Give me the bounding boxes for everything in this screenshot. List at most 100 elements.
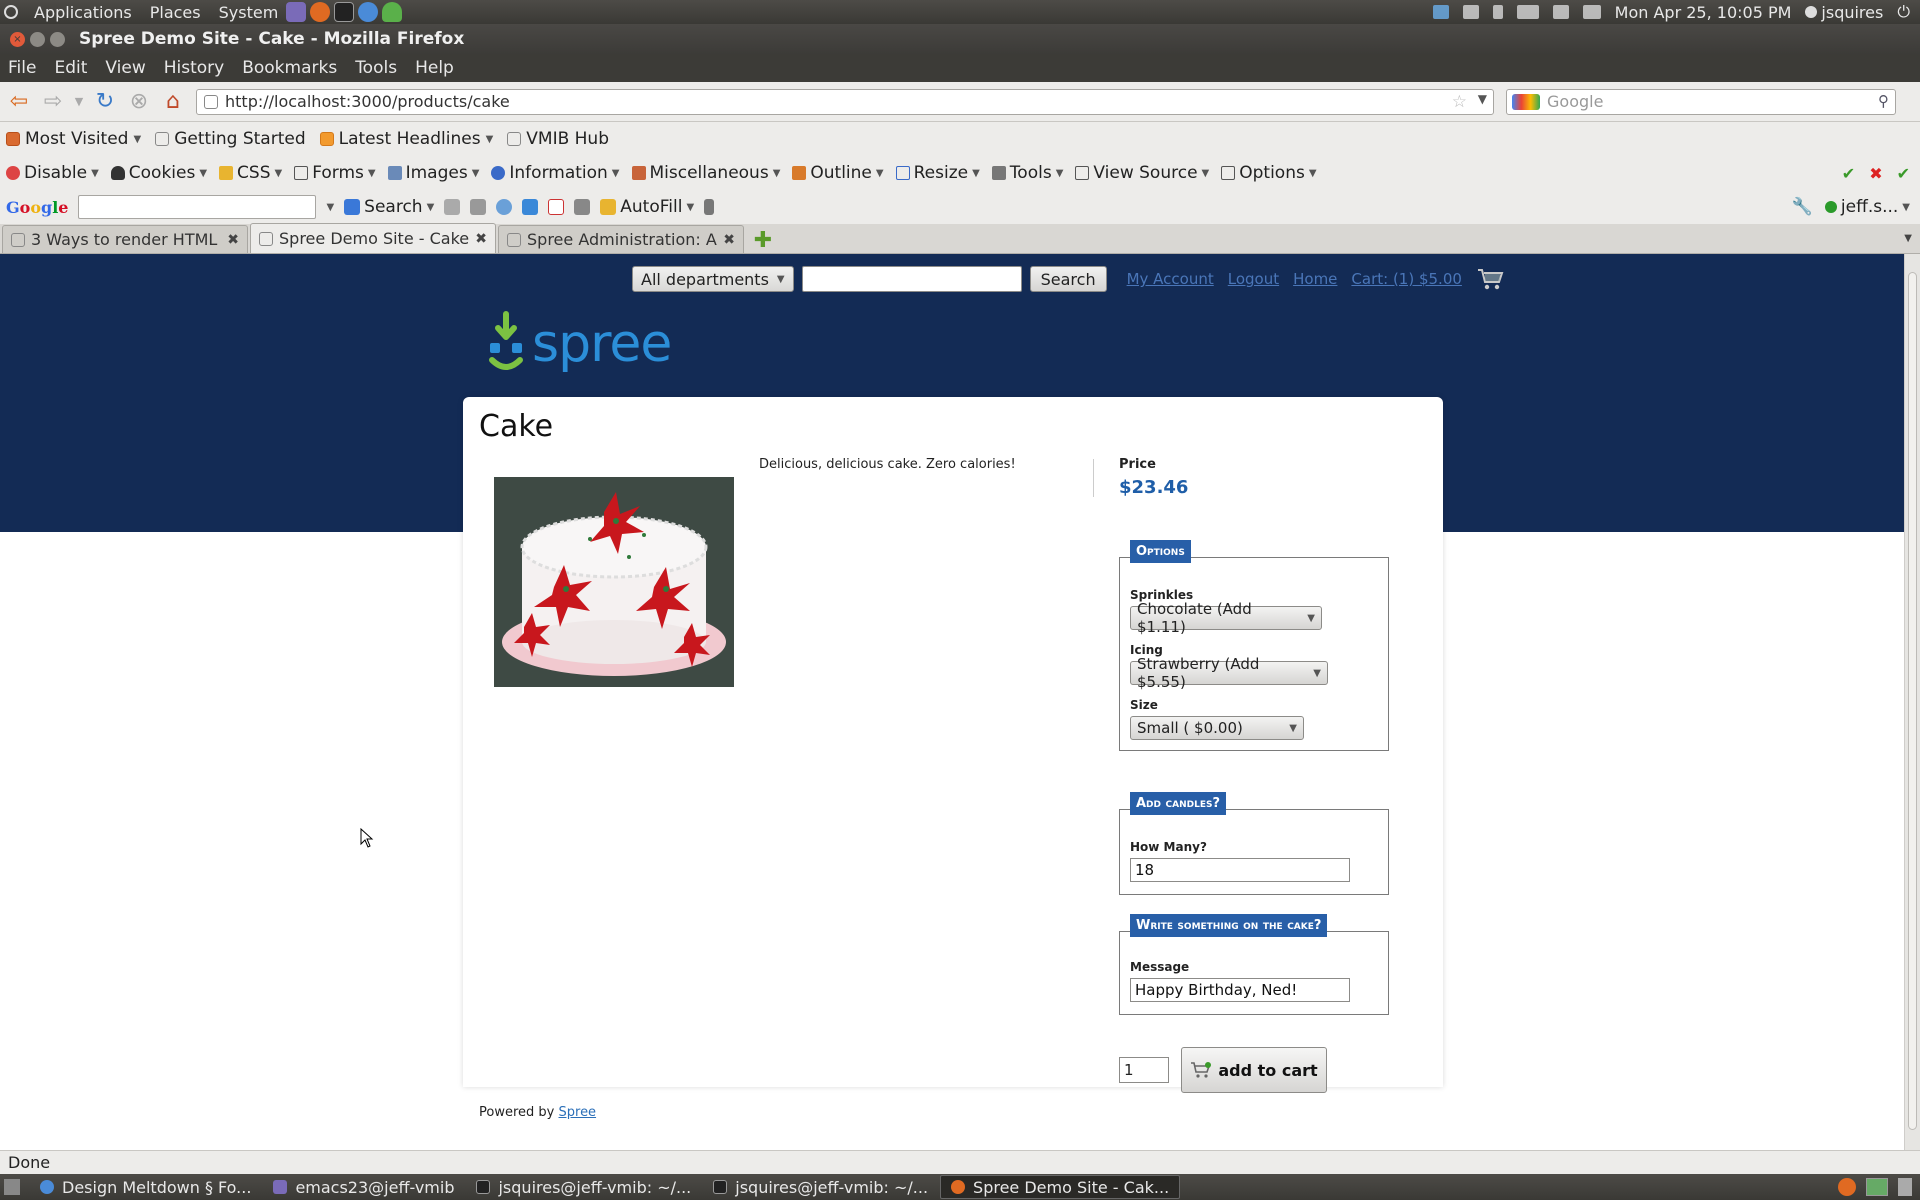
task-firefox-spree[interactable]: Spree Demo Site - Cak...	[940, 1175, 1181, 1199]
home-button[interactable]: ⌂	[158, 87, 188, 117]
firefox-launcher-icon[interactable]	[310, 2, 331, 22]
my-account-link[interactable]: My Account	[1127, 270, 1214, 288]
bookmark-star-icon[interactable]: ☆	[1452, 92, 1467, 112]
spree-footer-link[interactable]: Spree	[559, 1105, 597, 1120]
wd-forms[interactable]: Forms ▼	[294, 163, 376, 183]
google-plus-icon[interactable]	[522, 199, 539, 215]
window-close-button[interactable]: ×	[10, 31, 25, 47]
wd-miscellaneous[interactable]: Miscellaneous ▼	[631, 163, 780, 183]
volume-icon[interactable]	[1552, 5, 1569, 19]
window-minimize-button[interactable]	[30, 31, 45, 47]
bookmark-getting-started[interactable]: Getting Started	[155, 129, 306, 149]
sprinkles-select[interactable]: Chocolate (Add $1.11) ▼	[1130, 600, 1322, 636]
validate-html-icon[interactable]: ✔	[1897, 164, 1910, 183]
google-clock-icon[interactable]	[496, 199, 513, 215]
web-search-bar[interactable]: Google ⚲	[1506, 88, 1896, 115]
wd-outline[interactable]: Outline ▼	[792, 163, 884, 183]
firefox-tray-icon[interactable]	[1838, 1178, 1856, 1196]
task-emacs[interactable]: emacs23@jeff-vmib	[263, 1175, 464, 1199]
forward-button[interactable]: ⇨	[38, 87, 68, 117]
battery-icon[interactable]	[1516, 5, 1539, 19]
logout-link[interactable]: Logout	[1228, 270, 1279, 288]
scrollbar-thumb[interactable]	[1908, 272, 1917, 1130]
bookmark-latest-headlines[interactable]: Latest Headlines ▼	[319, 129, 493, 149]
cart-link[interactable]: Cart: (1) $5.00	[1351, 270, 1462, 288]
vertical-scrollbar[interactable]	[1904, 254, 1920, 1150]
dropbox-icon[interactable]	[1432, 5, 1449, 19]
back-button[interactable]: ⇦	[4, 87, 34, 117]
menu-places[interactable]: Places	[148, 3, 203, 22]
add-to-cart-button[interactable]: add to cart	[1181, 1047, 1327, 1093]
reload-button[interactable]: ↻	[90, 87, 120, 117]
icing-select[interactable]: Strawberry (Add $5.55) ▼	[1130, 655, 1328, 691]
task-design-meltdown[interactable]: Design Meltdown § Fo...	[30, 1175, 261, 1199]
power-icon[interactable]: ⏻	[1897, 2, 1910, 22]
validate-css-icon[interactable]: ✔	[1842, 164, 1855, 183]
google-pen-icon[interactable]	[704, 199, 715, 215]
search-engine-icon[interactable]	[1512, 93, 1540, 110]
product-image[interactable]	[494, 477, 734, 687]
wd-options[interactable]: Options ▼	[1221, 163, 1317, 183]
google-wrench-icon[interactable]: 🔧	[1792, 197, 1813, 217]
menu-help[interactable]: Help	[415, 58, 454, 78]
wd-cookies[interactable]: Cookies ▼	[110, 163, 207, 183]
tab-close-icon[interactable]: ✖	[475, 231, 487, 247]
terminal-launcher-icon[interactable]	[334, 2, 355, 22]
google-bookmark-icon[interactable]	[444, 199, 461, 215]
menu-system[interactable]: System	[217, 3, 281, 22]
tab-spree-demo-cake[interactable]: Spree Demo Site - Cake ✖	[250, 223, 496, 253]
mail-icon[interactable]	[1582, 5, 1601, 19]
menu-tools[interactable]: Tools	[355, 58, 397, 78]
spree-logo[interactable]: spree	[484, 310, 672, 378]
task-terminal-1[interactable]: jsquires@jeff-vmib: ~/...	[466, 1175, 701, 1199]
app-launcher-icon[interactable]	[382, 2, 403, 22]
store-search-button[interactable]: Search	[1029, 266, 1107, 292]
wd-information[interactable]: Information ▼	[491, 163, 620, 183]
menu-view[interactable]: View	[105, 58, 145, 78]
google-page-icon[interactable]	[470, 199, 487, 215]
wd-resize[interactable]: Resize ▼	[895, 163, 980, 183]
google-account-menu[interactable]: jeff.s... ▼	[1824, 197, 1910, 217]
workspace-switcher-icon[interactable]	[1866, 1178, 1888, 1196]
tab-close-icon[interactable]: ✖	[723, 232, 735, 248]
new-tab-button[interactable]: ✚	[750, 227, 776, 253]
message-input[interactable]: Happy Birthday, Ned!	[1130, 978, 1350, 1002]
menu-applications[interactable]: Applications	[32, 3, 134, 22]
tab-close-icon[interactable]: ✖	[227, 232, 239, 248]
tab-3-ways-render-html[interactable]: 3 Ways to render HTML ... ✖	[2, 225, 248, 253]
menu-history[interactable]: History	[164, 58, 224, 78]
wifi-icon[interactable]	[1462, 5, 1479, 19]
site-identity-icon[interactable]	[204, 94, 218, 109]
search-icon[interactable]: ⚲	[1878, 92, 1889, 110]
url-bar[interactable]: http://localhost:3000/products/cake ☆ ▼	[196, 88, 1494, 115]
chrome-launcher-icon[interactable]	[358, 2, 379, 22]
menu-bookmarks[interactable]: Bookmarks	[242, 58, 337, 78]
trash-icon[interactable]	[1898, 1178, 1912, 1196]
google-search-dropdown-icon[interactable]: ▼	[326, 202, 334, 213]
user-menu[interactable]: jsquires	[1805, 3, 1883, 22]
emacs-launcher-icon[interactable]	[286, 2, 307, 22]
gmail-icon[interactable]	[548, 199, 565, 215]
wd-images[interactable]: Images ▼	[387, 163, 479, 183]
store-search-input[interactable]	[801, 266, 1022, 292]
menu-edit[interactable]: Edit	[54, 58, 87, 78]
history-dropdown-icon[interactable]: ▼	[72, 87, 86, 117]
wd-view-source[interactable]: View Source ▼	[1075, 163, 1209, 183]
cart-icon[interactable]	[1476, 267, 1504, 291]
task-terminal-2[interactable]: jsquires@jeff-vmib: ~/...	[703, 1175, 938, 1199]
candles-input[interactable]: 18	[1130, 858, 1350, 882]
wd-tools[interactable]: Tools ▼	[991, 163, 1063, 183]
size-select[interactable]: Small ( $0.00) ▼	[1130, 716, 1304, 740]
department-select[interactable]: All departments ▼	[632, 266, 794, 292]
google-search-button[interactable]: Search ▼	[344, 197, 434, 217]
window-maximize-button[interactable]	[50, 31, 65, 47]
menu-file[interactable]: File	[8, 58, 36, 78]
bookmark-most-visited[interactable]: Most Visited ▼	[6, 129, 141, 149]
autofill-button[interactable]: AutoFill ▼	[600, 197, 694, 217]
stop-button[interactable]: ⊗	[124, 87, 154, 117]
show-desktop-icon[interactable]	[4, 1179, 20, 1195]
wd-css[interactable]: CSS ▼	[219, 163, 282, 183]
bluetooth-icon[interactable]	[1492, 5, 1503, 19]
ubuntu-logo-icon[interactable]	[4, 5, 18, 19]
home-link[interactable]: Home	[1293, 270, 1337, 288]
